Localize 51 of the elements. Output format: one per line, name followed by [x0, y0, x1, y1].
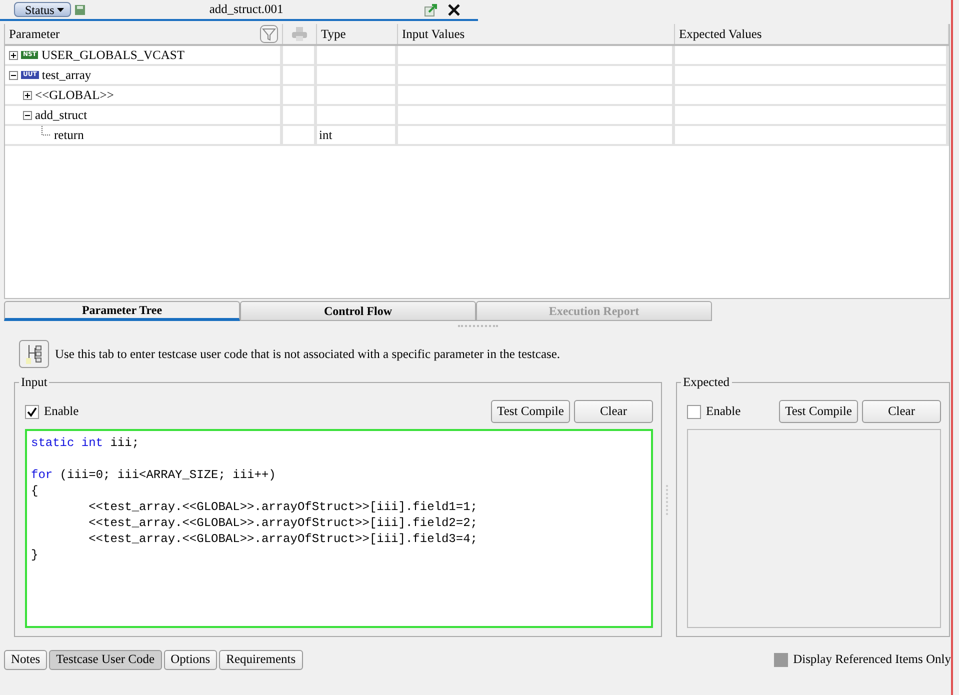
status-button[interactable]: Status: [14, 2, 72, 17]
column-header: Parameter: [9, 26, 60, 42]
parameter-name[interactable]: return: [54, 128, 84, 142]
tree-icon: [19, 340, 49, 368]
type-cell: int: [319, 128, 332, 142]
checkbox-label: Enable: [706, 404, 741, 419]
action-button[interactable]: Test Compile: [779, 400, 858, 423]
column-header: Type: [317, 24, 398, 44]
checkbox-label: Display Referenced Items Only: [793, 652, 951, 667]
code-text: }: [31, 547, 38, 563]
enable-checkbox[interactable]: [25, 404, 39, 418]
parameter-name[interactable]: add_struct: [35, 108, 88, 122]
code-editor[interactable]: [25, 429, 653, 628]
action-button[interactable]: Clear: [862, 400, 941, 423]
column-header: Expected Values: [675, 24, 949, 44]
export-icon[interactable]: [424, 2, 438, 16]
checkbox-label: Enable: [44, 404, 79, 419]
expand-icon[interactable]: [23, 90, 32, 100]
code-text: iii;: [109, 435, 140, 451]
code-text: <<test_array.<<GLOBAL>>.arrayOfStruct>>[iii].field1=1;: [88, 499, 478, 515]
parameter-name[interactable]: <<GLOBAL>>: [35, 88, 114, 102]
view-tab[interactable]: Parameter Tree: [4, 301, 240, 321]
view-tab[interactable]: Control Flow: [240, 301, 476, 321]
group-title: Input: [20, 375, 48, 390]
code-text: <<test_array.<<GLOBAL>>.arrayOfStruct>>[iii].field3=4;: [88, 531, 478, 547]
code-text: (iii=0; iii<ARRAY_SIZE; iii++): [58, 467, 276, 483]
action-button[interactable]: Test Compile: [491, 400, 570, 423]
bottom-tab[interactable]: Testcase User Code: [49, 650, 162, 670]
code-text: {: [31, 483, 38, 499]
parameter-name[interactable]: USER_GLOBALS_VCAST: [41, 48, 185, 62]
close-icon[interactable]: [448, 4, 460, 16]
enable-checkbox[interactable]: [687, 404, 701, 418]
collapse-icon[interactable]: [23, 110, 32, 120]
bottom-tab[interactable]: Notes: [4, 650, 48, 670]
info-text: Use this tab to enter testcase user code that is not associated with a specific parameter in the testcase.: [55, 346, 560, 362]
parameter-name[interactable]: test_array: [42, 68, 92, 82]
action-button[interactable]: Clear: [574, 400, 653, 423]
group-title: Expected: [682, 375, 731, 390]
tree-line: [41, 126, 51, 138]
bottom-tab[interactable]: Options: [164, 650, 218, 670]
code-keyword: for: [31, 467, 53, 483]
save-icon[interactable]: [75, 4, 86, 14]
column-header: Input Values: [398, 24, 675, 44]
collapse-icon[interactable]: [9, 70, 18, 80]
bottom-tab[interactable]: Requirements: [219, 650, 303, 670]
code-keyword: static int: [31, 435, 104, 451]
document-title: add_struct.001: [209, 2, 284, 17]
caret-icon: [57, 8, 64, 12]
filter-icon[interactable]: [260, 25, 278, 43]
code-text: <<test_array.<<GLOBAL>>.arrayOfStruct>>[iii].field2=2;: [88, 515, 478, 531]
expand-icon[interactable]: [9, 50, 18, 60]
